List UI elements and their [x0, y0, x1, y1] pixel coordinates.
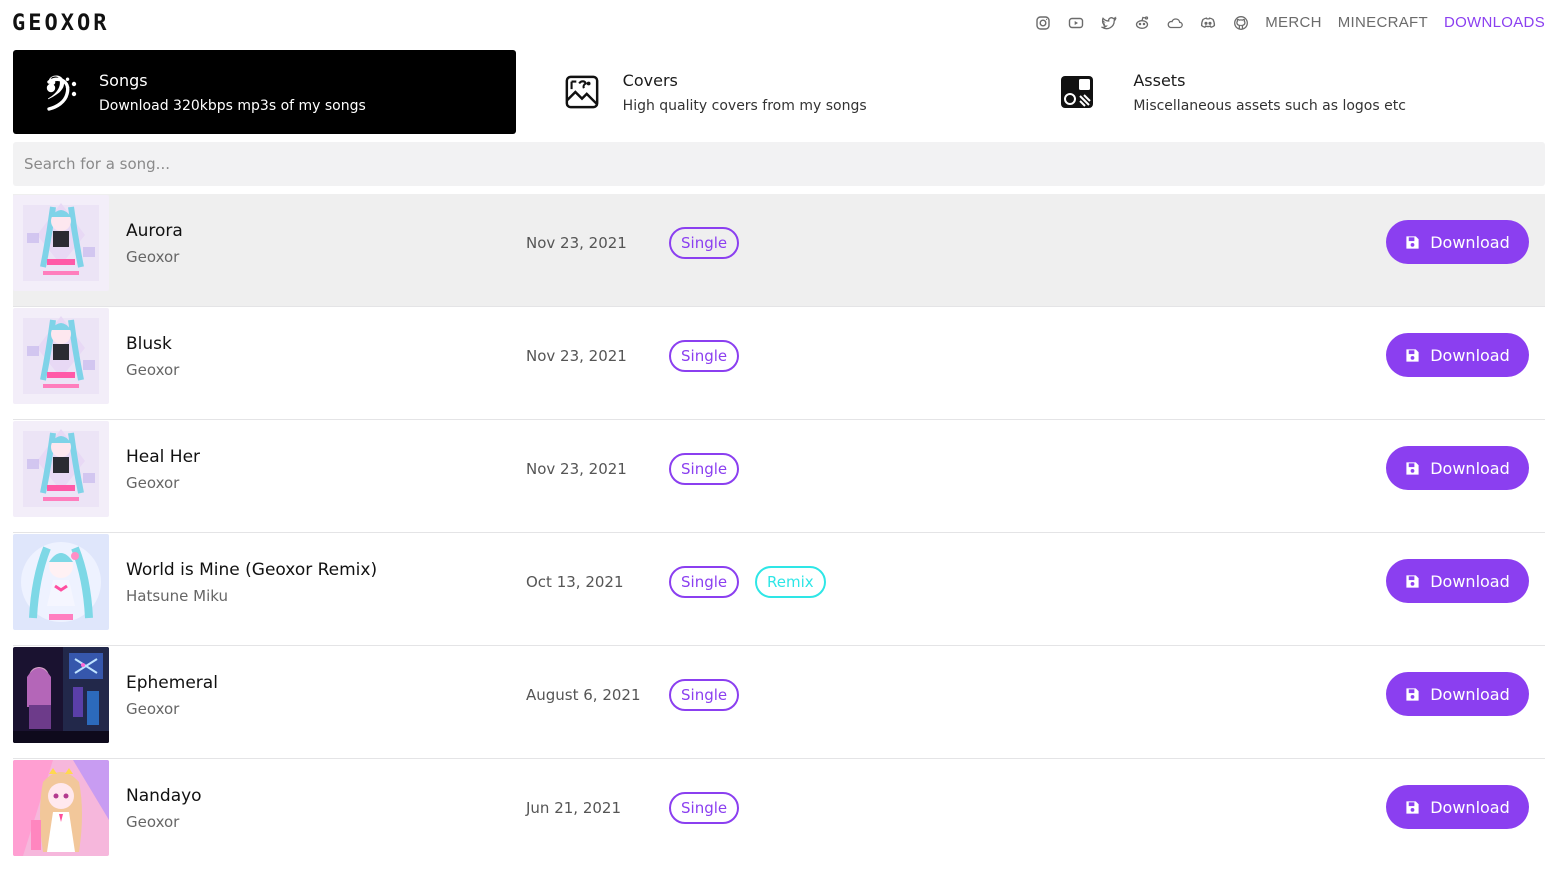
tab-assets-subtitle: Miscellaneous assets such as logos etc [1133, 98, 1406, 114]
tag-single: Single [669, 679, 740, 711]
download-button[interactable]: Download [1386, 559, 1529, 603]
download-label: Download [1430, 684, 1510, 704]
tab-covers[interactable]: Covers High quality covers from my songs [524, 50, 1027, 134]
download-label: Download [1430, 458, 1510, 478]
geoxor-logo[interactable]: GEOXOR [12, 13, 109, 35]
tag-single: Single [669, 227, 740, 259]
tab-songs-title: Songs [99, 71, 148, 90]
tab-covers-title: Covers [622, 71, 678, 90]
nav-link-merch[interactable]: MERCH [1265, 14, 1322, 31]
twitter-icon[interactable] [1100, 14, 1117, 31]
instagram-icon[interactable] [1034, 14, 1051, 31]
song-list: Aurora Geoxor Nov 23, 2021 Single Downlo… [13, 194, 1545, 869]
bass-clef-icon: 𝄢 [43, 72, 79, 112]
floppy-disk-icon [1406, 235, 1419, 249]
download-label: Download [1430, 797, 1510, 817]
github-icon[interactable] [1232, 14, 1249, 31]
album-cover [13, 647, 109, 743]
assets-icon [1059, 74, 1095, 110]
album-cover [13, 760, 109, 856]
release-date: August 6, 2021 [526, 686, 641, 704]
song-title: Aurora [126, 221, 183, 241]
album-cover [13, 195, 109, 291]
download-label: Download [1430, 571, 1510, 591]
search-input[interactable] [13, 142, 1545, 186]
album-cover [13, 421, 109, 517]
release-date: Nov 23, 2021 [526, 234, 627, 252]
download-label: Download [1430, 345, 1510, 365]
tag-remix: Remix [755, 566, 826, 598]
image-icon [564, 74, 600, 110]
tab-songs-subtitle: Download 320kbps mp3s of my songs [99, 98, 366, 114]
download-button[interactable]: Download [1386, 220, 1529, 264]
table-row[interactable]: Blusk Geoxor Nov 23, 2021 Single Downloa… [13, 307, 1545, 420]
nav-link-downloads[interactable]: DOWNLOADS [1444, 14, 1545, 31]
song-title: Blusk [126, 334, 172, 354]
top-nav: MERCH MINECRAFT DOWNLOADS [1018, 14, 1545, 31]
download-button[interactable]: Download [1386, 785, 1529, 829]
song-artist: Geoxor [126, 248, 180, 266]
floppy-disk-icon [1406, 348, 1419, 362]
song-artist: Hatsune Miku [126, 587, 229, 605]
category-tabs: 𝄢 Songs Download 320kbps mp3s of my song… [13, 50, 1545, 134]
tab-songs[interactable]: 𝄢 Songs Download 320kbps mp3s of my song… [13, 50, 516, 134]
floppy-disk-icon [1406, 574, 1419, 588]
table-row[interactable]: Aurora Geoxor Nov 23, 2021 Single Downlo… [13, 194, 1545, 307]
download-button[interactable]: Download [1386, 672, 1529, 716]
nav-link-minecraft[interactable]: MINECRAFT [1338, 14, 1428, 31]
song-title: Heal Her [126, 447, 201, 467]
tag-single: Single [669, 792, 740, 824]
tag-single: Single [669, 340, 740, 372]
table-row[interactable]: World is Mine (Geoxor Remix) Hatsune Mik… [13, 533, 1545, 646]
download-label: Download [1430, 232, 1510, 252]
tag-single: Single [669, 453, 740, 485]
soundcloud-icon[interactable] [1166, 14, 1183, 31]
album-cover [13, 308, 109, 404]
song-artist: Geoxor [126, 361, 180, 379]
song-artist: Geoxor [126, 700, 180, 718]
song-title: World is Mine (Geoxor Remix) [126, 560, 378, 580]
youtube-icon[interactable] [1067, 14, 1084, 31]
floppy-disk-icon [1406, 800, 1419, 814]
table-row[interactable]: Nandayo Geoxor Jun 21, 2021 Single Downl… [13, 759, 1545, 869]
floppy-disk-icon [1406, 687, 1419, 701]
download-button[interactable]: Download [1386, 333, 1529, 377]
release-date: Nov 23, 2021 [526, 347, 627, 365]
reddit-icon[interactable] [1133, 14, 1150, 31]
tab-assets[interactable]: Assets Miscellaneous assets such as logo… [1034, 50, 1537, 134]
discord-icon[interactable] [1199, 14, 1216, 31]
table-row[interactable]: Ephemeral Geoxor August 6, 2021 Single D… [13, 646, 1545, 759]
song-artist: Geoxor [126, 474, 180, 492]
top-header: GEOXOR MERCH MINECRAFT DOWNLOADS [0, 0, 1565, 48]
tab-assets-title: Assets [1133, 71, 1186, 90]
floppy-disk-icon [1406, 461, 1419, 475]
tag-single: Single [669, 566, 740, 598]
release-date: Nov 23, 2021 [526, 460, 627, 478]
download-button[interactable]: Download [1386, 446, 1529, 490]
tab-covers-subtitle: High quality covers from my songs [622, 98, 867, 114]
song-title: Ephemeral [126, 673, 218, 693]
song-artist: Geoxor [126, 813, 180, 831]
song-title: Nandayo [126, 786, 202, 806]
album-cover [13, 534, 109, 630]
release-date: Oct 13, 2021 [526, 573, 624, 591]
release-date: Jun 21, 2021 [526, 799, 622, 817]
table-row[interactable]: Heal Her Geoxor Nov 23, 2021 Single Down… [13, 420, 1545, 533]
